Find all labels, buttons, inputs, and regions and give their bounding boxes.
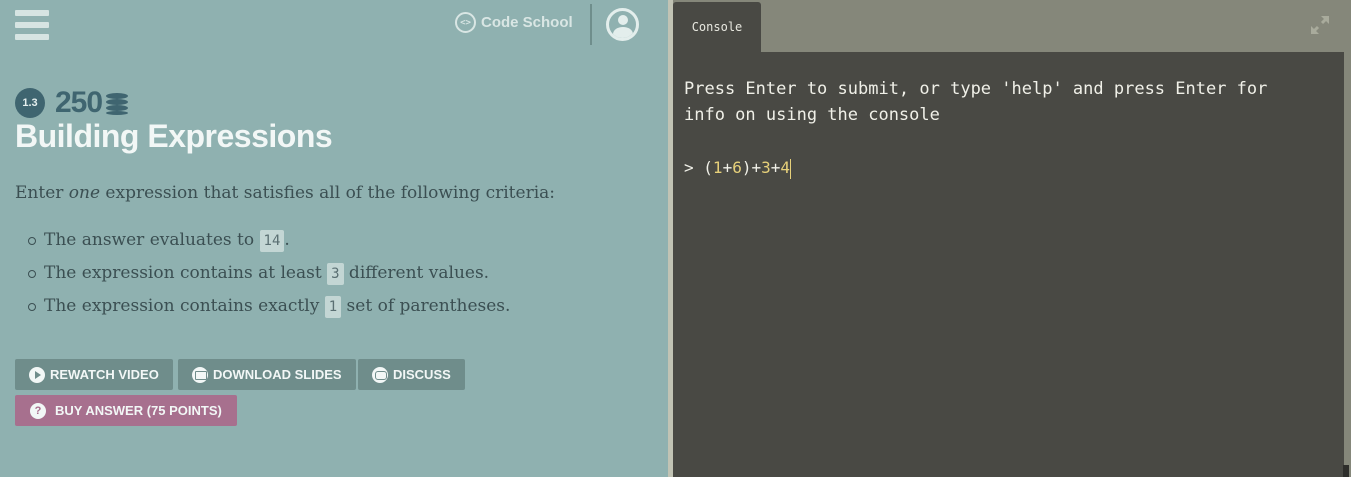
criteria-item: The expression contains exactly 1 set of… [28, 294, 510, 327]
challenge-intro: Enter one expression that satisfies all … [15, 183, 556, 203]
points-value: 250 [55, 86, 103, 119]
console-panel: Console Press Enter to submit, or type '… [673, 0, 1351, 477]
download-slides-button[interactable]: DOWNLOAD SLIDES [178, 359, 356, 390]
user-avatar-icon[interactable] [606, 8, 639, 41]
chat-bubble-icon [372, 366, 388, 383]
code-value: 3 [327, 263, 344, 285]
criteria-item: The expression contains at least 3 diffe… [28, 261, 510, 294]
text-caret [790, 158, 792, 179]
level-points-row: 1.3 250 [15, 86, 129, 120]
buy-answer-button[interactable]: ? BUY ANSWER (75 POINTS) [15, 395, 237, 426]
code-value: 1 [324, 296, 342, 318]
slides-icon [192, 366, 208, 383]
console-output[interactable]: Press Enter to submit, or type 'help' an… [673, 52, 1344, 477]
brand-name: Code School [481, 14, 573, 31]
challenge-panel: <> Code School 1.3 250 Building Expressi… [0, 0, 668, 477]
tab-console[interactable]: Console [673, 2, 761, 52]
prompt-symbol: > [684, 158, 694, 177]
code-brackets-icon: <> [455, 12, 476, 33]
criteria-list: The answer evaluates to 14. The expressi… [28, 228, 510, 327]
level-badge: 1.3 [15, 88, 45, 118]
scrollbar-thumb[interactable] [1343, 465, 1349, 477]
console-help-message: Press Enter to submit, or type 'help' an… [684, 79, 1268, 125]
brand-logo[interactable]: <> Code School [455, 12, 573, 33]
header-divider [590, 4, 592, 45]
play-icon [29, 366, 45, 383]
code-value: 14 [259, 230, 285, 252]
expand-icon[interactable] [1309, 14, 1331, 36]
rewatch-video-button[interactable]: REWATCH VIDEO [15, 359, 173, 390]
criteria-item: The answer evaluates to 14. [28, 228, 510, 261]
hamburger-icon[interactable] [15, 10, 49, 40]
coins-stack-icon [106, 91, 129, 115]
emphasis-one: one [68, 183, 101, 203]
discuss-button[interactable]: DISCUSS [358, 359, 465, 390]
console-input-line[interactable]: > (1+6)+3+4 [684, 155, 1333, 181]
question-mark-icon: ? [30, 402, 46, 419]
page-title: Building Expressions [15, 118, 333, 154]
